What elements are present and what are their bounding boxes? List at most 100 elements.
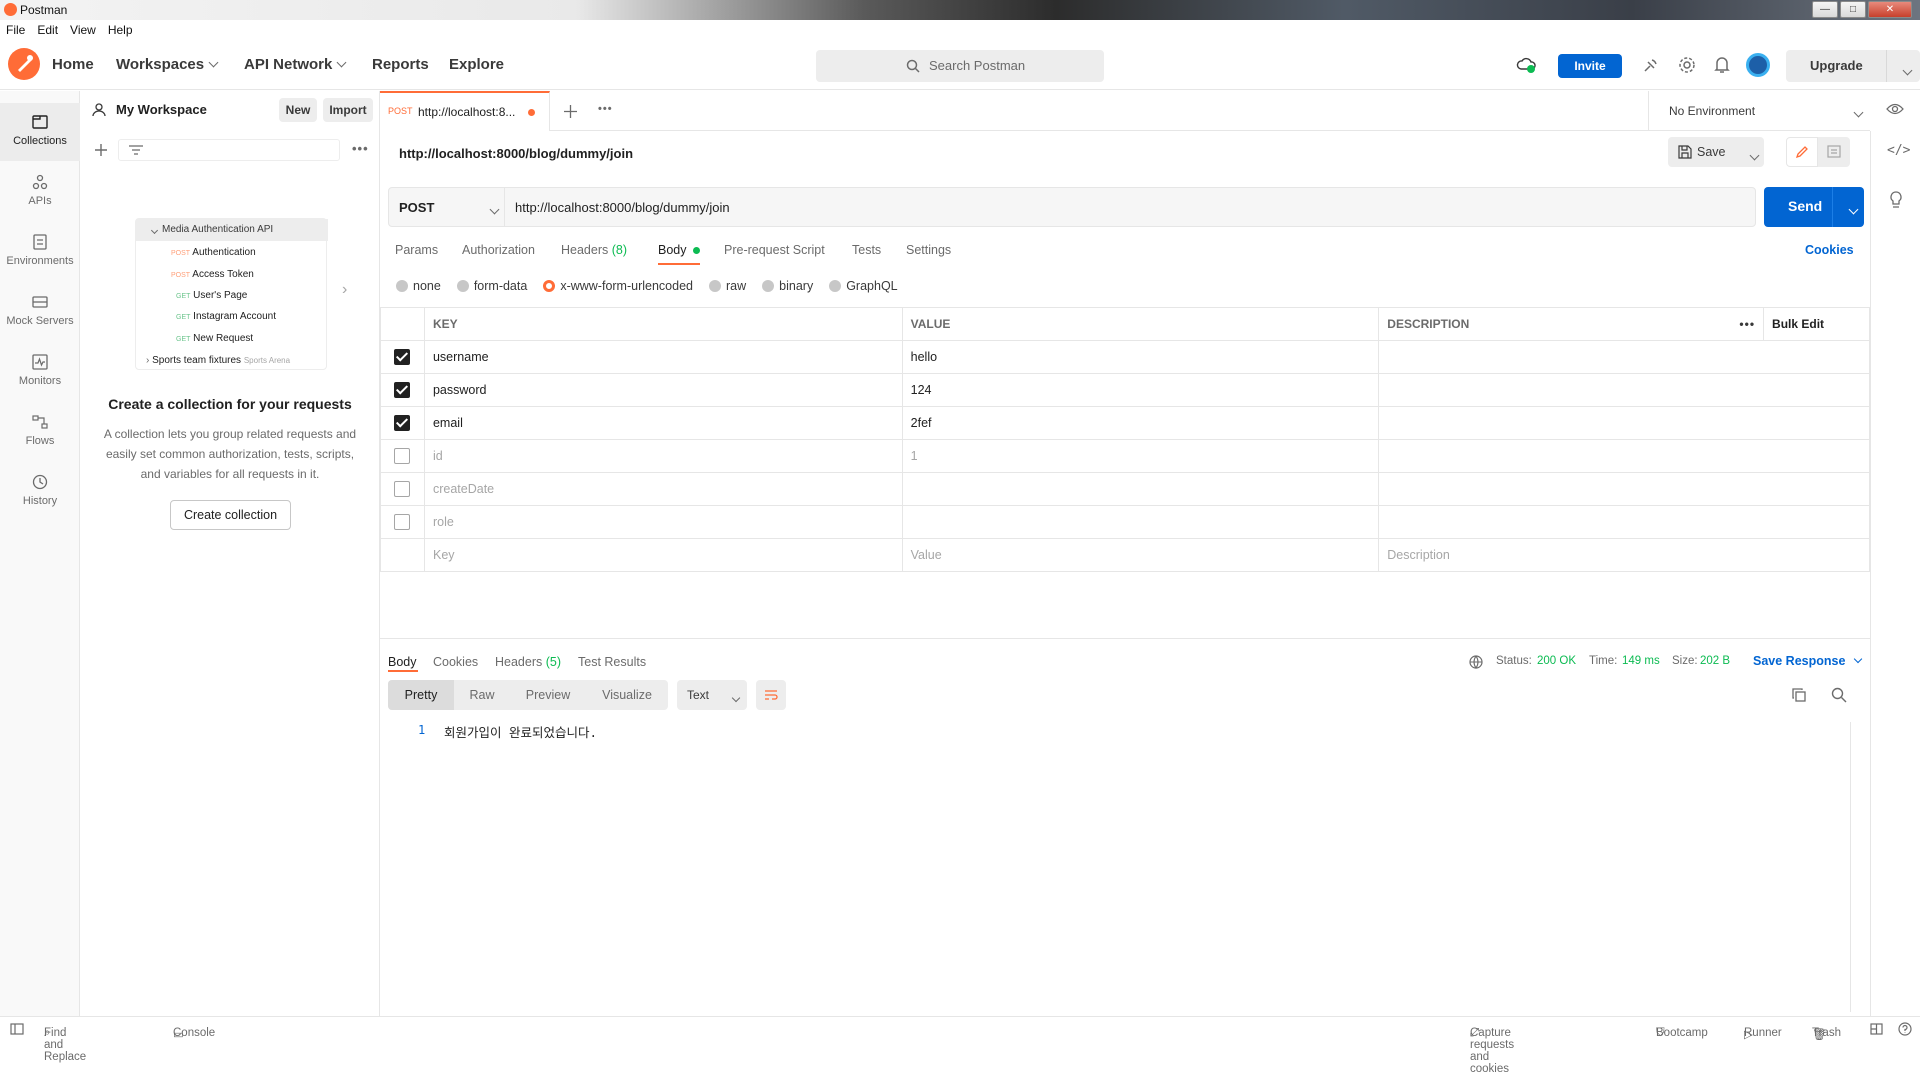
satellite-icon[interactable] [1642, 56, 1660, 74]
search-response-icon[interactable] [1831, 687, 1847, 703]
menu-file[interactable]: File [0, 20, 31, 37]
nav-api-network[interactable]: API Network [244, 56, 347, 73]
nav-home[interactable]: Home [52, 56, 94, 73]
response-tab-cookies[interactable]: Cookies [433, 655, 478, 669]
chevron-down-icon[interactable] [1902, 65, 1913, 76]
sync-status-icon[interactable] [1516, 54, 1538, 76]
tab-options-icon[interactable]: ••• [598, 103, 613, 115]
save-response-button[interactable]: Save Response [1753, 654, 1863, 668]
value-cell[interactable]: 124 [901, 373, 1380, 407]
import-button[interactable]: Import [323, 98, 373, 122]
tab-headers[interactable]: Headers (8) [561, 243, 627, 257]
response-body-editor[interactable]: 1 회원가입이 완료되었습니다. [388, 722, 1848, 1012]
bulk-edit-link[interactable]: Bulk Edit [1763, 307, 1870, 341]
rail-environments[interactable]: Environments [0, 223, 80, 281]
response-tab-test-results[interactable]: Test Results [578, 655, 646, 669]
row-checkbox[interactable] [394, 448, 411, 464]
menu-edit[interactable]: Edit [31, 20, 64, 37]
menu-view[interactable]: View [64, 20, 102, 37]
environment-select[interactable]: No Environment [1648, 91, 1870, 131]
tab-tests[interactable]: Tests [852, 243, 881, 257]
rail-history[interactable]: History [0, 463, 80, 521]
row-checkbox[interactable] [394, 382, 411, 398]
send-button[interactable]: Send [1764, 187, 1864, 227]
method-select[interactable]: POST [389, 188, 505, 226]
help-icon[interactable] [1898, 1022, 1912, 1036]
rail-flows[interactable]: Flows [0, 403, 80, 461]
key-cell[interactable]: role [423, 505, 903, 539]
response-divider[interactable] [380, 638, 1870, 639]
key-cell[interactable]: id [423, 439, 903, 473]
row-checkbox[interactable] [394, 514, 411, 530]
size-value[interactable]: 202 B [1700, 655, 1730, 667]
description-cell[interactable] [1378, 373, 1870, 407]
radio-raw[interactable]: raw [709, 279, 746, 293]
lightbulb-icon[interactable] [1888, 191, 1904, 209]
menu-help[interactable]: Help [102, 20, 139, 37]
response-tab-body[interactable]: Body [388, 655, 417, 669]
new-description-input[interactable]: Description [1378, 538, 1870, 572]
view-visualize[interactable]: Visualize [586, 680, 668, 710]
rail-collections[interactable]: Collections [0, 103, 80, 161]
value-cell[interactable]: 1 [901, 439, 1380, 473]
nav-workspaces[interactable]: Workspaces [116, 56, 219, 73]
time-value[interactable]: 149 ms [1622, 655, 1660, 667]
new-key-input[interactable]: Key [423, 538, 903, 572]
description-cell[interactable] [1378, 340, 1870, 374]
scrollbar-track[interactable] [1850, 722, 1851, 1012]
chevron-down-icon[interactable] [1749, 150, 1760, 161]
code-icon[interactable]: </> [1887, 143, 1910, 158]
new-tab-plus-icon[interactable] [564, 105, 577, 118]
workspace-name[interactable]: My Workspace [116, 102, 207, 117]
view-pretty[interactable]: Pretty [388, 680, 454, 710]
settings-gear-icon[interactable] [1677, 55, 1697, 75]
key-cell[interactable]: username [423, 340, 903, 374]
row-checkbox[interactable] [394, 349, 411, 365]
value-cell[interactable]: hello [901, 340, 1380, 374]
postman-home-logo-icon[interactable] [8, 48, 40, 80]
avatar[interactable] [1746, 53, 1770, 77]
unsaved-dot-icon[interactable] [528, 109, 535, 116]
globe-icon[interactable] [1469, 655, 1483, 669]
tab-params[interactable]: Params [395, 243, 438, 257]
rail-monitors[interactable]: Monitors [0, 343, 80, 401]
key-cell[interactable]: password [423, 373, 903, 407]
request-name[interactable]: http://localhost:8000/blog/dummy/join [399, 146, 633, 161]
eye-icon[interactable] [1886, 102, 1904, 116]
description-cell[interactable] [1378, 406, 1870, 440]
url-input[interactable]: http://localhost:8000/blog/dummy/join [515, 200, 730, 215]
edit-mode-button[interactable] [1786, 137, 1818, 167]
response-tab-headers[interactable]: Headers (5) [495, 655, 561, 669]
plus-icon[interactable] [94, 143, 108, 157]
toggle-sidebar-icon[interactable] [10, 1023, 24, 1035]
radio-form-data[interactable]: form-data [456, 279, 527, 293]
view-preview[interactable]: Preview [510, 680, 586, 710]
description-cell[interactable] [1378, 505, 1870, 539]
chevron-down-icon[interactable] [1848, 204, 1859, 215]
request-tab[interactable]: POST http://localhost:8... [380, 91, 550, 131]
tab-authorization[interactable]: Authorization [462, 243, 535, 257]
key-cell[interactable]: email [423, 406, 903, 440]
view-raw[interactable]: Raw [454, 680, 510, 710]
new-button[interactable]: New [279, 98, 317, 122]
new-value-input[interactable]: Value [901, 538, 1380, 572]
response-body-text[interactable]: 회원가입이 완료되었습니다. [444, 722, 597, 741]
cookies-link[interactable]: Cookies [1805, 243, 1854, 257]
key-cell[interactable]: createDate [423, 472, 903, 506]
format-select[interactable]: Text [677, 680, 747, 710]
close-window-button[interactable]: ✕ [1868, 1, 1912, 18]
value-cell[interactable] [901, 472, 1380, 506]
tab-pre-request-script[interactable]: Pre-request Script [724, 243, 825, 257]
row-checkbox[interactable] [394, 481, 411, 497]
value-cell[interactable]: 2fef [901, 406, 1380, 440]
description-cell[interactable] [1378, 472, 1870, 506]
more-options-icon[interactable]: ••• [352, 141, 369, 156]
upgrade-button[interactable]: Upgrade [1786, 50, 1920, 82]
radio-graphql[interactable]: GraphQL [829, 279, 898, 293]
minimize-button[interactable]: — [1812, 1, 1838, 18]
filter-input[interactable] [118, 139, 340, 161]
notification-bell-icon[interactable] [1713, 55, 1731, 75]
rail-mock-servers[interactable]: Mock Servers [0, 283, 80, 341]
save-button[interactable]: Save [1668, 137, 1764, 167]
tab-settings[interactable]: Settings [906, 243, 951, 257]
